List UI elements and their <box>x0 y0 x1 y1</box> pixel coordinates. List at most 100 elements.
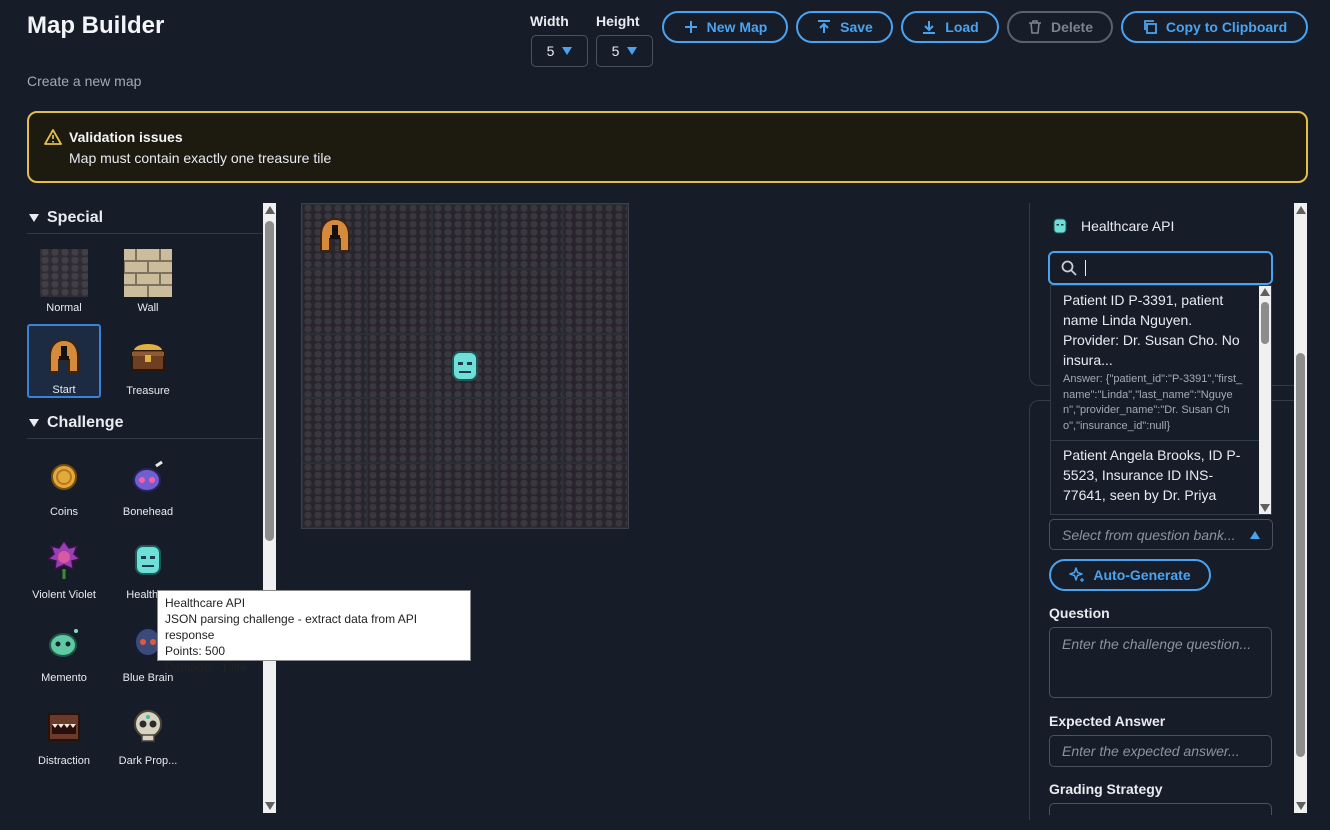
new-map-button[interactable]: New Map <box>662 11 788 43</box>
question-label: Question <box>1049 605 1110 621</box>
map-cell[interactable] <box>367 463 433 528</box>
scroll-up-icon[interactable] <box>1260 288 1270 296</box>
map-cell[interactable] <box>432 333 498 399</box>
save-button[interactable]: Save <box>796 11 893 43</box>
question-dropdown-list[interactable]: Patient ID P-3391, patient name Linda Ng… <box>1050 285 1272 515</box>
map-cell[interactable] <box>497 204 563 269</box>
delete-label: Delete <box>1050 19 1094 35</box>
tile-coins[interactable]: Coins <box>27 445 101 519</box>
grading-strategy-select[interactable] <box>1049 803 1272 815</box>
question-search-field[interactable] <box>1048 251 1273 285</box>
tile-label: Distraction <box>38 755 90 767</box>
map-cell[interactable] <box>562 333 628 399</box>
tile-wall[interactable]: Wall <box>111 241 185 315</box>
tile-label: Normal <box>46 302 82 314</box>
map-grid[interactable] <box>301 203 629 529</box>
map-cell[interactable] <box>432 204 498 269</box>
scroll-thumb[interactable] <box>1261 302 1269 344</box>
map-cell[interactable] <box>497 333 563 399</box>
alert-title: Validation issues <box>69 129 183 145</box>
map-cell[interactable] <box>432 268 498 334</box>
question-bank-placeholder: Select from question bank... <box>1062 526 1236 543</box>
map-cell[interactable] <box>367 398 433 464</box>
map-cell[interactable] <box>497 398 563 464</box>
question-bank-select[interactable]: Select from question bank... <box>1049 519 1273 550</box>
tile-bonehead[interactable]: Bonehead <box>111 445 185 519</box>
healthcare-api-icon <box>124 536 172 584</box>
treasure-chest-icon <box>124 332 172 380</box>
copy-label: Copy to Clipboard <box>1165 19 1288 35</box>
map-cell[interactable] <box>562 268 628 334</box>
dropdown-scrollbar[interactable] <box>1259 286 1271 514</box>
panel-scrollbar[interactable] <box>1294 203 1307 813</box>
scroll-thumb[interactable] <box>1296 353 1305 757</box>
scroll-up-icon[interactable] <box>265 206 275 214</box>
tile-label: Treasure <box>126 385 170 397</box>
map-cell[interactable] <box>302 398 368 464</box>
expected-answer-label: Expected Answer <box>1049 713 1166 729</box>
tile-normal[interactable]: Normal <box>27 241 101 315</box>
map-cell[interactable] <box>302 204 368 269</box>
load-button[interactable]: Load <box>901 11 999 43</box>
tile-memento[interactable]: Memento <box>27 611 101 685</box>
map-cell[interactable] <box>367 204 433 269</box>
map-cell[interactable] <box>432 463 498 528</box>
map-cell[interactable] <box>367 268 433 334</box>
upload-icon <box>818 20 831 33</box>
scroll-down-icon[interactable] <box>265 802 275 810</box>
map-cell[interactable] <box>562 204 628 269</box>
map-cell[interactable] <box>302 333 368 399</box>
collapse-caret-icon <box>29 214 39 222</box>
tile-label: Wall <box>137 302 159 314</box>
tile-start[interactable]: Start <box>27 324 101 398</box>
question-option[interactable]: Patient Angela Brooks, ID P-5523, Insura… <box>1051 441 1271 511</box>
tile-label: Start <box>52 384 76 396</box>
width-select[interactable]: 5 <box>531 35 588 67</box>
map-cell[interactable] <box>302 463 368 528</box>
auto-generate-button[interactable]: Auto-Generate <box>1049 559 1211 591</box>
map-cell[interactable] <box>497 463 563 528</box>
tile-label: Bonehead <box>122 506 174 518</box>
scroll-down-icon[interactable] <box>1296 802 1306 810</box>
map-cell[interactable] <box>562 398 628 464</box>
option-answer: Answer: {"patient_id":"P-3391","first_na… <box>1063 373 1243 432</box>
tile-treasure[interactable]: Treasure <box>111 324 185 398</box>
challenge-section-header[interactable]: Challenge <box>29 414 262 432</box>
copy-to-clipboard-button[interactable]: Copy to Clipboard <box>1121 11 1308 43</box>
tile-label: Coins <box>49 506 79 518</box>
tooltip-description: JSON parsing challenge - extract data fr… <box>165 612 418 642</box>
tile-distraction[interactable]: Distraction <box>27 694 101 768</box>
memento-slime-icon <box>40 619 88 667</box>
delete-button[interactable]: Delete <box>1007 11 1113 43</box>
question-textarea[interactable]: Enter the challenge question... <box>1049 627 1272 698</box>
map-cell[interactable] <box>432 398 498 464</box>
expected-answer-input[interactable]: Enter the expected answer... <box>1049 735 1272 767</box>
mimic-chest-icon <box>40 702 88 750</box>
map-cell[interactable] <box>562 463 628 528</box>
question-option[interactable]: Patient ID P-3391, patient name Linda Ng… <box>1051 286 1271 441</box>
map-cell[interactable] <box>302 268 368 334</box>
special-section-header[interactable]: Special <box>29 209 262 227</box>
search-icon <box>1061 260 1077 276</box>
download-icon <box>923 21 936 34</box>
height-select[interactable]: 5 <box>596 35 653 67</box>
bonehead-icon <box>124 453 172 501</box>
special-section-title: Special <box>47 209 104 226</box>
tooltip-points: Points: 500 <box>165 644 226 658</box>
copy-icon <box>1143 20 1157 34</box>
scroll-thumb[interactable] <box>265 221 274 541</box>
caret-up-icon <box>1250 530 1260 539</box>
plus-icon <box>684 21 697 33</box>
scroll-down-icon[interactable] <box>1260 504 1270 512</box>
tile-violent-violet[interactable]: Violent Violet <box>27 528 101 602</box>
option-question: Patient Angela Brooks, ID P-5523, Insura… <box>1063 447 1241 503</box>
map-cell[interactable] <box>367 333 433 399</box>
tile-tooltip: Healthcare API JSON parsing challenge - … <box>157 590 471 674</box>
map-cell[interactable] <box>497 268 563 334</box>
new-map-label: New Map <box>706 19 768 35</box>
challenge-section-title: Challenge <box>47 414 124 431</box>
page-subtitle: Create a new map <box>27 73 142 89</box>
palette-scrollbar[interactable] <box>263 203 276 813</box>
scroll-up-icon[interactable] <box>1296 206 1306 214</box>
tile-dark-prop[interactable]: Dark Prop... <box>111 694 185 768</box>
